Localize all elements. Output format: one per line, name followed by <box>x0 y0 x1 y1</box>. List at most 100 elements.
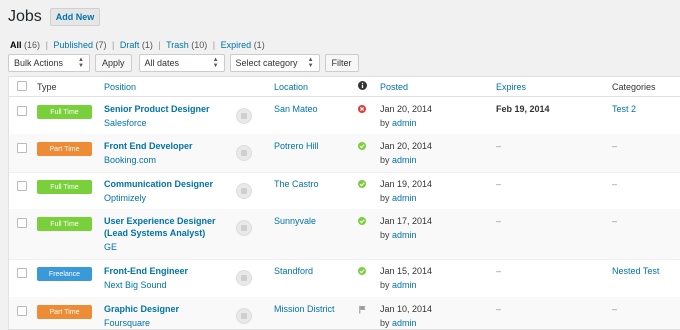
flag-icon <box>358 305 367 316</box>
author-link[interactable]: admin <box>392 118 417 128</box>
company-logo <box>236 308 252 324</box>
job-title-link[interactable]: Senior Product Designer <box>104 103 232 115</box>
add-new-button[interactable]: Add New <box>49 8 101 26</box>
view-separator: | <box>45 40 48 50</box>
company-link[interactable]: Booking.com <box>104 154 232 166</box>
category-link: – <box>612 179 618 189</box>
location-link[interactable]: Potrero Hill <box>274 141 319 151</box>
filter-button[interactable]: Filter <box>324 54 359 72</box>
apply-button[interactable]: Apply <box>95 54 132 72</box>
posted-date: Jan 17, 2014 <box>380 216 433 226</box>
dates-select[interactable]: All dates ▲ ▼ <box>138 54 225 72</box>
row-checkbox[interactable] <box>17 218 27 228</box>
location-link[interactable]: The Castro <box>274 179 319 189</box>
info-icon <box>358 81 367 92</box>
check-icon <box>358 217 366 227</box>
check-icon <box>358 180 366 190</box>
job-type-badge: Full Time <box>37 105 92 119</box>
job-type-badge: Part Time <box>37 142 92 156</box>
select-all-checkbox[interactable] <box>17 81 27 91</box>
category-link[interactable]: Test 2 <box>612 104 636 114</box>
company-logo <box>236 220 252 236</box>
posted-by-label: by <box>380 193 390 203</box>
check-icon <box>358 142 366 152</box>
location-link[interactable]: Sunnyvale <box>274 216 316 226</box>
posted-date: Jan 15, 2014 <box>380 266 433 276</box>
table-row: Part Time Front End Developer Booking.com P… <box>9 134 680 173</box>
category-link: – <box>612 216 618 226</box>
filter-bar: Bulk Actions ▲ ▼ Apply All dates ▲ ▼ Select … <box>8 54 359 72</box>
location-link[interactable]: San Mateo <box>274 104 318 114</box>
author-link[interactable]: admin <box>392 193 417 203</box>
author-link[interactable]: admin <box>392 318 417 328</box>
check-icon <box>358 267 366 277</box>
row-checkbox[interactable] <box>17 268 27 278</box>
posted-cell: Jan 20, 2014 by admin <box>380 140 432 166</box>
expires-value: – <box>496 179 502 189</box>
page-title: Jobs <box>8 8 42 25</box>
company-link[interactable]: Next Big Sound <box>104 279 232 291</box>
company-logo <box>236 183 252 199</box>
job-title-link[interactable]: Front-End Engineer <box>104 265 232 277</box>
column-location[interactable]: Location <box>274 82 308 92</box>
company-link[interactable]: Foursquare <box>104 317 232 329</box>
view-separator: | <box>111 40 115 50</box>
job-type-badge: Part Time <box>37 305 92 319</box>
rejected-icon <box>358 105 366 115</box>
bulk-actions-select[interactable]: Bulk Actions ▲ ▼ <box>8 54 90 72</box>
location-link[interactable]: Standford <box>274 266 313 276</box>
author-link[interactable]: admin <box>392 155 417 165</box>
posted-by-label: by <box>380 280 390 290</box>
position-cell: Front-End Engineer Next Big Sound <box>104 265 232 291</box>
posted-by-label: by <box>380 318 390 328</box>
posted-by-label: by <box>380 118 390 128</box>
expires-value: – <box>496 266 502 276</box>
category-select[interactable]: Select category ▲ ▼ <box>229 54 320 72</box>
job-title-link[interactable]: Communication Designer <box>104 178 232 190</box>
view-trash[interactable]: Trash (10) <box>166 40 207 50</box>
job-type-badge: Freelance <box>37 267 92 281</box>
row-checkbox[interactable] <box>17 306 27 316</box>
posted-date: Jan 20, 2014 <box>380 104 433 114</box>
row-checkbox[interactable] <box>17 106 27 116</box>
category-link: – <box>612 304 618 314</box>
column-type: Type <box>37 82 57 92</box>
row-checkbox[interactable] <box>17 181 27 191</box>
posted-cell: Jan 20, 2014 by admin <box>380 103 432 129</box>
table-header: Type Position Location Posted Expires Ca… <box>9 77 680 97</box>
posted-date: Jan 20, 2014 <box>380 141 433 151</box>
author-link[interactable]: admin <box>392 230 417 240</box>
company-link[interactable]: GE <box>104 241 232 253</box>
expires-value: – <box>496 141 502 151</box>
table-row: Part Time Graphic Designer Foursquare Missi… <box>9 297 680 329</box>
job-type-badge: Full Time <box>37 217 92 231</box>
view-separator: | <box>158 40 161 50</box>
view-expired[interactable]: Expired (1) <box>221 40 265 50</box>
position-cell: Graphic Designer Foursquare <box>104 303 232 329</box>
row-checkbox[interactable] <box>17 143 27 153</box>
chevron-down-icon: ▲ ▼ <box>307 57 314 69</box>
job-title-link[interactable]: Front End Developer <box>104 140 232 152</box>
company-link[interactable]: Optimizely <box>104 192 232 204</box>
table-row: Full Time User Experience Designer (Lead S… <box>9 209 680 260</box>
job-title-link-line2[interactable]: (Lead Systems Analyst) <box>104 227 232 239</box>
category-link[interactable]: Nested Test <box>612 266 659 276</box>
company-logo <box>236 108 252 124</box>
column-position[interactable]: Position <box>104 82 136 92</box>
author-link[interactable]: admin <box>392 280 417 290</box>
view-published[interactable]: Published (7) <box>53 40 106 50</box>
chevron-down-icon: ▲ ▼ <box>78 57 84 69</box>
column-expires[interactable]: Expires <box>496 82 526 92</box>
posted-by-label: by <box>380 230 390 240</box>
jobs-table: Type Position Location Posted Expires Ca… <box>8 76 680 330</box>
status-views: All (16) | Published (7) | Draft (1) | T… <box>10 40 265 50</box>
chevron-down-icon: ▲ ▼ <box>212 57 219 69</box>
location-link[interactable]: Mission District <box>274 304 335 314</box>
position-cell: Senior Product Designer Salesforce <box>104 103 232 129</box>
job-title-link[interactable]: User Experience Designer <box>104 215 232 227</box>
view-draft[interactable]: Draft (1) <box>120 40 153 50</box>
company-link[interactable]: Salesforce <box>104 117 232 129</box>
view-all[interactable]: All (16) <box>10 40 40 50</box>
job-title-link[interactable]: Graphic Designer <box>104 303 232 315</box>
column-posted[interactable]: Posted <box>380 82 408 92</box>
